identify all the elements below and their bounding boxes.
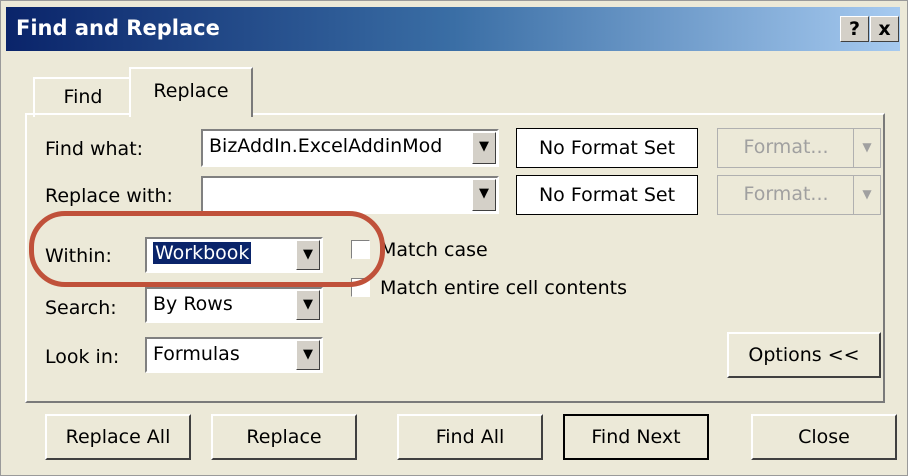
look-in-label: Look in:	[45, 346, 120, 368]
within-select[interactable]: Workbook ▼	[145, 237, 323, 273]
find-what-input[interactable]: BizAddIn.ExcelAddinMod	[209, 135, 467, 157]
chevron-down-icon[interactable]: ▼	[296, 240, 320, 270]
find-what-label: Find what:	[45, 138, 144, 160]
replace-all-button[interactable]: Replace All	[45, 414, 191, 460]
replace-format-button-label: Format...	[743, 183, 829, 205]
look-in-value: Formulas	[153, 343, 240, 365]
chevron-down-icon[interactable]: ▼	[472, 132, 496, 164]
match-entire-checkbox[interactable]	[351, 278, 370, 297]
find-format-preview: No Format Set	[516, 128, 698, 168]
close-button[interactable]: Close	[751, 414, 897, 460]
close-window-button[interactable]: x	[870, 16, 899, 42]
help-icon: ?	[848, 18, 861, 40]
tab-replace[interactable]: Replace	[129, 67, 253, 117]
help-button[interactable]: ?	[840, 16, 869, 42]
chevron-down-icon[interactable]: ▼	[472, 179, 496, 211]
chevron-down-icon[interactable]: ▼	[296, 290, 320, 320]
tab-replace-label: Replace	[153, 80, 229, 102]
find-format-button-label: Format...	[743, 136, 829, 158]
options-button[interactable]: Options <<	[727, 332, 881, 378]
search-label: Search:	[45, 297, 117, 319]
chevron-down-icon[interactable]: ▼	[296, 340, 320, 370]
match-entire-label[interactable]: Match entire cell contents	[380, 277, 627, 299]
tab-find[interactable]: Find	[33, 77, 133, 117]
find-next-button[interactable]: Find Next	[563, 414, 709, 460]
search-select[interactable]: By Rows ▼	[145, 287, 323, 323]
replace-with-combobox[interactable]: ▼	[201, 176, 499, 214]
title-bar[interactable]: Find and Replace ? x	[6, 7, 900, 51]
find-what-combobox[interactable]: BizAddIn.ExcelAddinMod ▼	[201, 129, 499, 167]
window-title: Find and Replace	[16, 16, 220, 40]
replace-format-button[interactable]: Format... ▼	[717, 175, 881, 215]
match-case-checkbox[interactable]	[351, 240, 370, 259]
find-format-button[interactable]: Format... ▼	[717, 128, 881, 168]
chevron-down-icon[interactable]: ▼	[853, 176, 880, 214]
chevron-down-icon[interactable]: ▼	[853, 129, 880, 167]
tab-find-label: Find	[63, 86, 103, 108]
search-value: By Rows	[153, 293, 233, 315]
within-label: Within:	[45, 245, 112, 267]
within-value: Workbook	[153, 242, 252, 264]
match-case-label[interactable]: Match case	[380, 239, 488, 261]
replace-format-preview: No Format Set	[516, 175, 698, 215]
close-icon: x	[878, 18, 891, 40]
replace-button[interactable]: Replace	[211, 414, 357, 460]
look-in-select[interactable]: Formulas ▼	[145, 337, 323, 373]
find-all-button[interactable]: Find All	[397, 414, 543, 460]
find-replace-dialog: Find and Replace ? x Find Replace Find w…	[0, 0, 908, 476]
replace-with-label: Replace with:	[45, 185, 173, 207]
